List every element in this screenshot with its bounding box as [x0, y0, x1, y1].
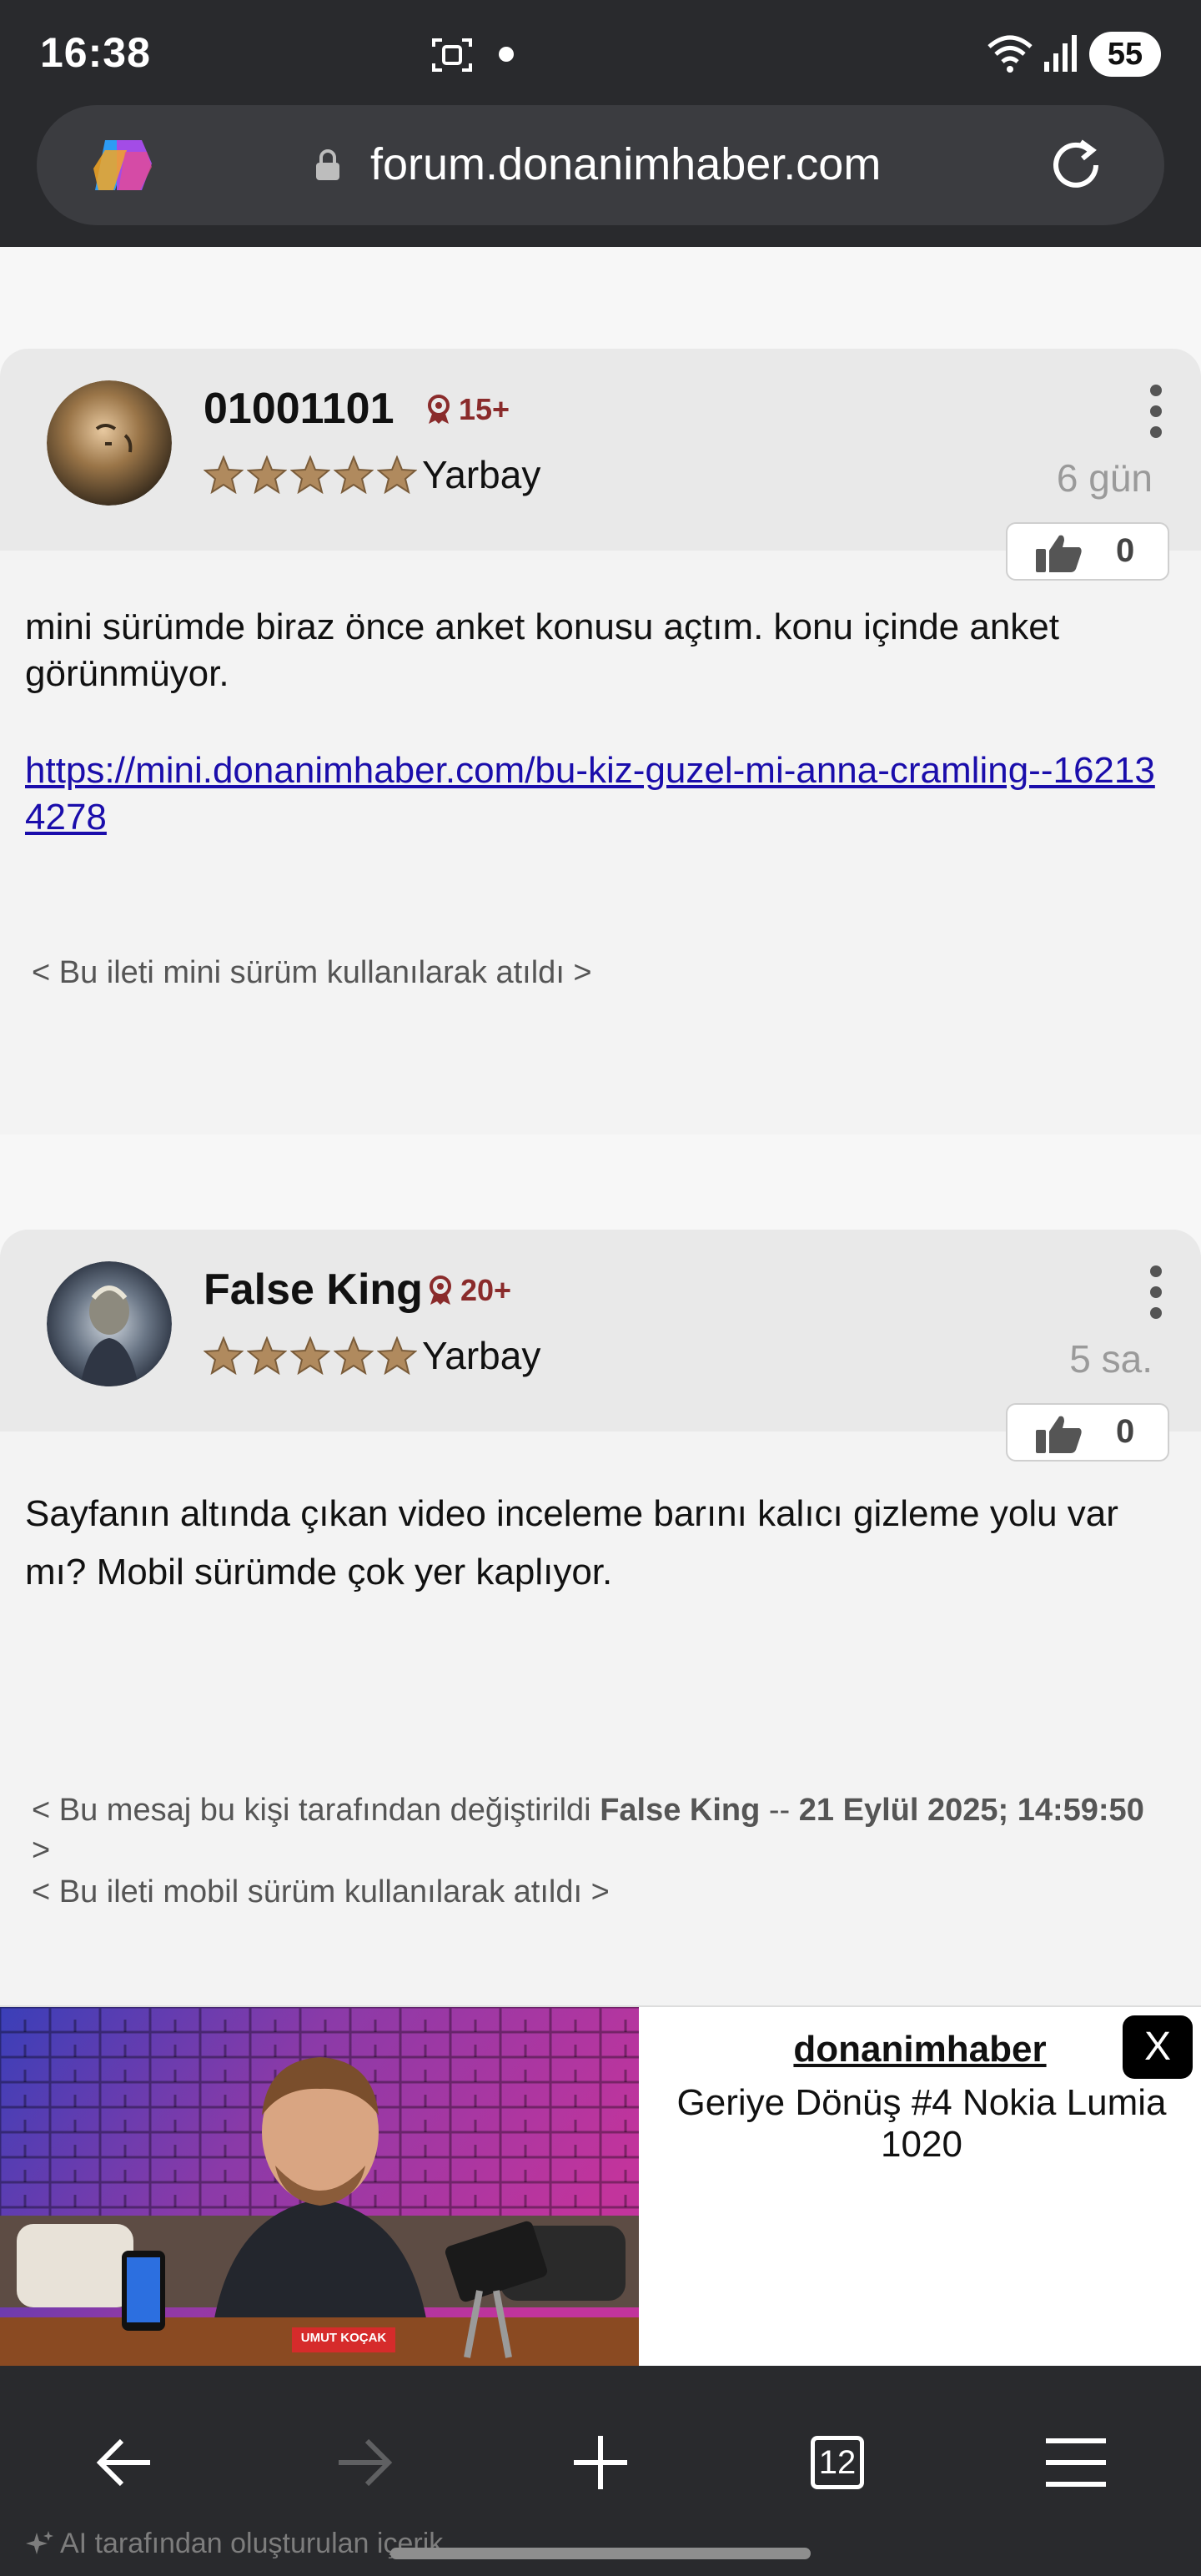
- rank-title: Yarbay: [422, 453, 541, 496]
- award-icon: [428, 395, 450, 424]
- badge-count: 20+: [460, 1273, 512, 1307]
- ai-content-note: AI tarafından oluşturulan içerik: [25, 2528, 443, 2560]
- rank-title: Yarbay: [422, 1334, 541, 1377]
- rank-stars: [204, 455, 417, 494]
- star-icon: [334, 1336, 374, 1375]
- star-icon: [247, 1336, 287, 1375]
- forum-post: 01001101 15+ Yarbay 6 gün 0 mini sürümde…: [0, 349, 1201, 1135]
- client-note: < Bu ileti mobil sürüm kullanılarak atıl…: [32, 1874, 610, 1909]
- rank-stars: [204, 1336, 417, 1375]
- screenshot-icon: [432, 38, 472, 72]
- channel-link[interactable]: donanimhaber: [639, 2029, 1201, 2070]
- post-time: 6 gün: [1056, 456, 1153, 500]
- star-icon: [247, 455, 287, 494]
- browser-top-bar: 16:38 55 forum.donanimhaber.com: [0, 0, 1201, 247]
- post-header: 01001101 15+ Yarbay 6 gün 0: [0, 349, 1201, 581]
- tab-switcher-button[interactable]: 12: [796, 2421, 879, 2504]
- star-icon: [204, 1336, 244, 1375]
- video-title[interactable]: Geriye Dönüş #4 Nokia Lumia 1020: [659, 2082, 1184, 2166]
- thumbs-up-icon: [1036, 1416, 1082, 1453]
- more-options-icon[interactable]: [1138, 1263, 1174, 1321]
- star-icon: [377, 455, 417, 494]
- username[interactable]: False King: [204, 1265, 423, 1315]
- star-icon: [204, 455, 244, 494]
- sparkle-icon: [26, 2530, 53, 2554]
- like-button[interactable]: 0: [1006, 522, 1169, 581]
- address-bar[interactable]: forum.donanimhaber.com: [37, 105, 1164, 225]
- experience-badge: 20+: [427, 1273, 511, 1308]
- menu-icon[interactable]: [1034, 2421, 1118, 2504]
- video-review-bar[interactable]: UMUT KOÇAK donanimhaber Geriye Dönüş #4 …: [0, 2005, 1201, 2367]
- url-text[interactable]: forum.donanimhaber.com: [370, 138, 881, 190]
- edit-note-suffix: >: [32, 1833, 51, 1868]
- forward-arrow-icon[interactable]: [322, 2421, 405, 2504]
- star-icon: [290, 1336, 330, 1375]
- lock-icon: [316, 149, 339, 180]
- post-link[interactable]: https://mini.donanimhaber.com/bu-kiz-guz…: [25, 750, 1155, 838]
- edit-note: < Bu mesaj bu kişi tarafından değiştiril…: [32, 1790, 1149, 1870]
- post-link-container: https://mini.donanimhaber.com/bu-kiz-guz…: [25, 747, 1159, 841]
- tab-count: 12: [811, 2436, 864, 2489]
- browser-bottom-toolbar: 12 AI tarafından oluşturulan içerik: [0, 2366, 1201, 2576]
- avatar[interactable]: [47, 380, 172, 506]
- client-note: < Bu ileti mini sürüm kullanılarak atıld…: [32, 955, 592, 990]
- notification-dot: [499, 47, 514, 62]
- close-button[interactable]: X: [1123, 2015, 1193, 2079]
- status-bar: 16:38 55: [0, 0, 1201, 103]
- video-thumbnail[interactable]: UMUT KOÇAK: [0, 2007, 639, 2367]
- star-icon: [377, 1336, 417, 1375]
- new-tab-plus-icon[interactable]: [559, 2421, 642, 2504]
- status-time: 16:38: [40, 29, 151, 76]
- edit-author[interactable]: False King: [600, 1793, 760, 1828]
- experience-badge: 15+: [425, 392, 510, 427]
- edit-date: 21 Eylül 2025; 14:59:50: [798, 1793, 1144, 1828]
- reload-icon[interactable]: [1044, 133, 1108, 197]
- forum-post: False King 20+ Yarbay 5 sa. 0 Sayfanın a…: [0, 1230, 1201, 2005]
- avatar[interactable]: [47, 1261, 172, 1386]
- like-button[interactable]: 0: [1006, 1403, 1169, 1462]
- star-icon: [334, 455, 374, 494]
- star-icon: [290, 455, 330, 494]
- battery-indicator: 55: [1089, 32, 1161, 77]
- edit-note-prefix: < Bu mesaj bu kişi tarafından değiştiril…: [32, 1793, 600, 1828]
- post-header: False King 20+ Yarbay 5 sa. 0: [0, 1230, 1201, 1462]
- award-icon: [430, 1275, 451, 1305]
- like-count: 0: [1116, 1413, 1135, 1450]
- username[interactable]: 01001101: [204, 384, 394, 434]
- gesture-home-bar[interactable]: [390, 2548, 811, 2559]
- more-options-icon[interactable]: [1138, 382, 1174, 440]
- ai-note-text: AI tarafından oluşturulan içerik: [60, 2528, 444, 2559]
- back-arrow-icon[interactable]: [83, 2421, 167, 2504]
- wifi-icon: [987, 35, 1033, 73]
- post-body: Sayfanın altında çıkan video inceleme ba…: [25, 1493, 1118, 1592]
- edit-separator: --: [760, 1793, 799, 1828]
- like-count: 0: [1116, 532, 1135, 569]
- badge-count: 15+: [459, 392, 510, 426]
- presenter-tag: UMUT KOÇAK: [300, 2331, 387, 2345]
- signal-icon: [1044, 35, 1077, 72]
- thumbs-up-icon: [1036, 535, 1082, 572]
- post-body: mini sürümde biraz önce anket konusu açt…: [25, 606, 1059, 694]
- copilot-icon[interactable]: [88, 135, 158, 195]
- post-time: 5 sa.: [1069, 1337, 1153, 1381]
